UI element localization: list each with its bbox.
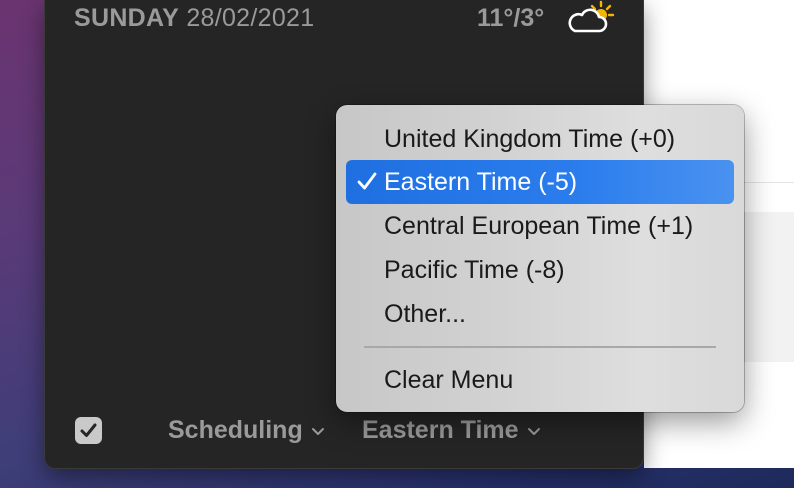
menu-item-label: Clear Menu bbox=[384, 366, 514, 394]
menu-item-clear-menu[interactable]: Clear Menu bbox=[346, 358, 734, 402]
scheduling-dropdown[interactable]: Scheduling bbox=[168, 416, 325, 445]
timezone-dropdown[interactable]: Eastern Time bbox=[362, 416, 541, 445]
menu-item-label: Eastern Time (-5) bbox=[384, 168, 578, 196]
chevron-down-icon bbox=[311, 427, 324, 435]
date-label: 28/02/2021 bbox=[186, 4, 315, 32]
weekday-label: SUNDAY bbox=[74, 4, 180, 32]
partly-cloudy-sun-icon bbox=[568, 0, 615, 33]
scheduling-label: Scheduling bbox=[168, 416, 303, 444]
menu-separator bbox=[364, 346, 716, 348]
chevron-down-icon bbox=[527, 427, 540, 435]
menu-item-eastern-time[interactable]: Eastern Time (-5) bbox=[346, 160, 734, 204]
date-display: SUNDAY 28/02/2021 bbox=[74, 4, 314, 33]
menu-item-united-kingdom-time[interactable]: United Kingdom Time (+0) bbox=[346, 117, 734, 161]
menu-item-pacific-time[interactable]: Pacific Time (-8) bbox=[346, 248, 734, 292]
background-panel bbox=[744, 212, 794, 362]
checkmark-icon bbox=[357, 172, 377, 190]
menu-item-central-european-time[interactable]: Central European Time (+1) bbox=[346, 204, 734, 248]
menu-item-label: Central European Time (+1) bbox=[384, 212, 694, 240]
enable-checkbox[interactable] bbox=[75, 417, 102, 444]
timezone-menu: United Kingdom Time (+0) Eastern Time (-… bbox=[336, 105, 744, 412]
menu-item-label: Pacific Time (-8) bbox=[384, 256, 565, 284]
timezone-label: Eastern Time bbox=[362, 416, 519, 444]
menu-item-label: Other... bbox=[384, 300, 466, 328]
menu-item-label: United Kingdom Time (+0) bbox=[384, 125, 676, 153]
temperature-label: 11°/3° bbox=[477, 4, 545, 32]
menu-item-other[interactable]: Other... bbox=[346, 292, 734, 336]
checkmark-icon bbox=[80, 423, 97, 437]
